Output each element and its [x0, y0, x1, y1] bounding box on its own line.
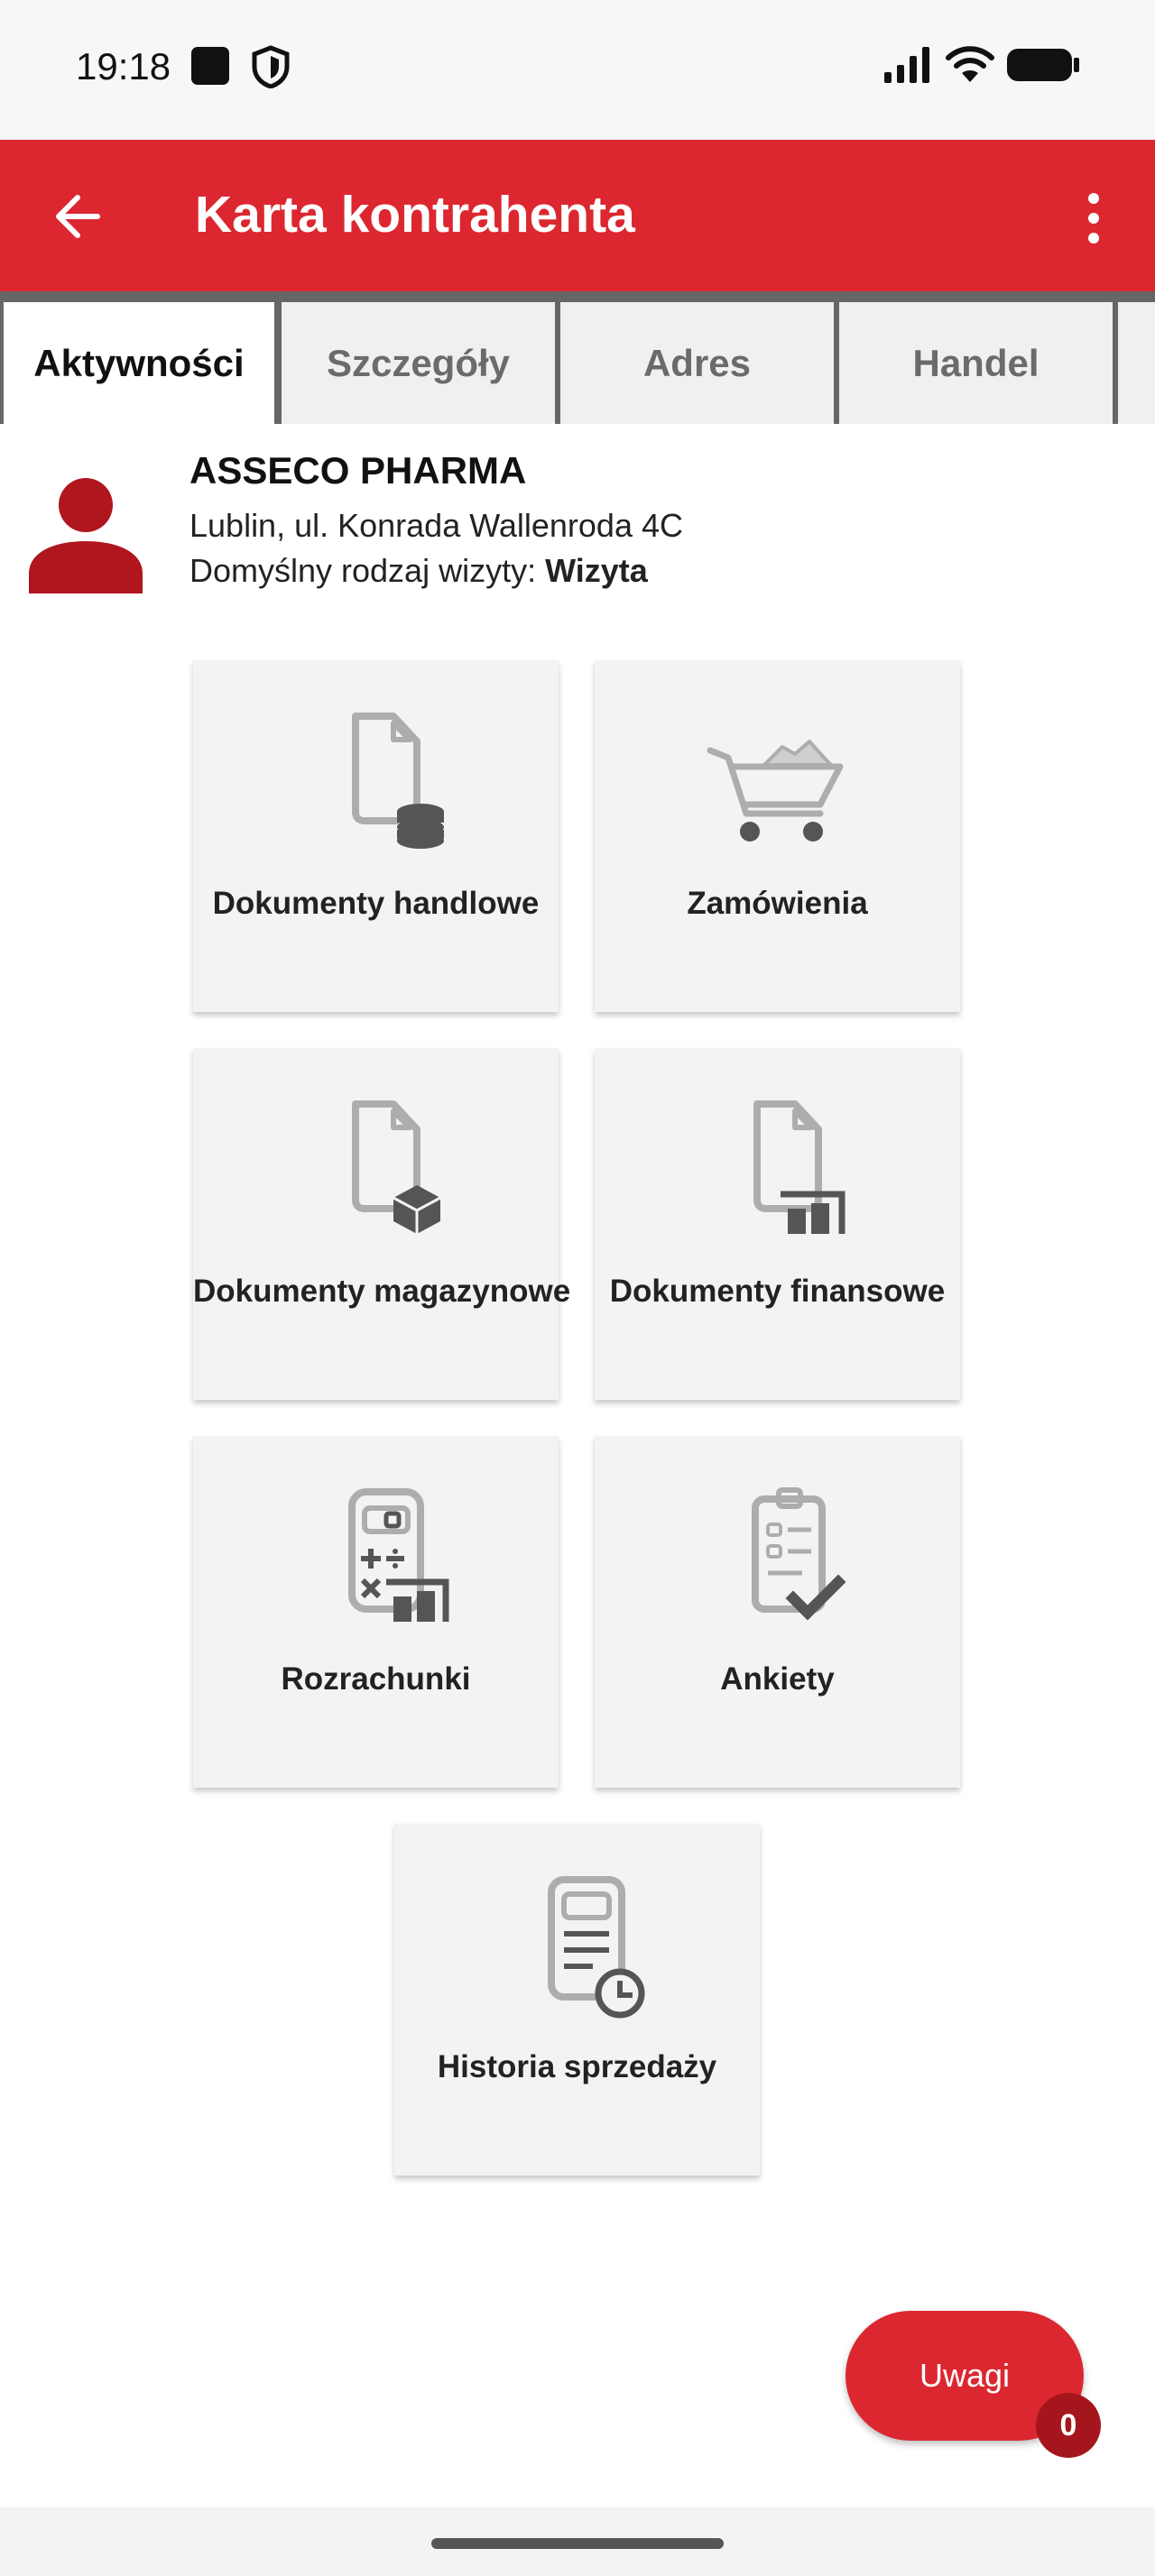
visit-type-label: Domyślny rodzaj wizyty: [189, 552, 537, 589]
uwagi-label: Uwagi [919, 2357, 1011, 2394]
document-box-icon [352, 1100, 441, 1234]
tab-label: Adres [642, 341, 752, 384]
contractor-address: Lublin, ul. Konrada Wallenroda 4C [189, 507, 683, 544]
tile-ankiety[interactable]: Ankiety [595, 1436, 960, 1788]
status-time: 19:18 [76, 45, 171, 87]
tile-dokumenty-magazynowe[interactable]: Dokumenty magazynowe [193, 1048, 571, 1400]
person-avatar-icon [29, 478, 143, 593]
contractor-header: ASSECO PHARMA Lublin, ul. Konrada Wallen… [0, 424, 1155, 631]
tile-zamowienia[interactable]: Zamówienia [595, 660, 960, 1012]
document-finance-icon [753, 1100, 845, 1234]
tab-label: Szczegóły [326, 341, 511, 384]
more-options-icon[interactable] [1074, 187, 1113, 250]
tile-rozrachunki[interactable]: Rozrachunki [193, 1436, 559, 1788]
signal-icon [884, 47, 929, 83]
contractor-name: ASSECO PHARMA [189, 449, 527, 492]
uwagi-count-badge: 0 [1036, 2393, 1101, 2458]
tab-adres[interactable]: Adres [560, 302, 834, 424]
tile-label: Zamówienia [687, 886, 868, 921]
tile-dokumenty-handlowe[interactable]: Dokumenty handlowe [193, 660, 559, 1012]
clipboard-check-icon [752, 1487, 846, 1621]
tab-overflow[interactable] [1118, 302, 1155, 424]
status-bar: 19:18 [0, 0, 1155, 140]
visit-type-value: Wizyta [545, 552, 648, 589]
tile-label: Ankiety [720, 1661, 835, 1697]
sales-history-icon [548, 1876, 645, 2019]
uwagi-count: 0 [1059, 2407, 1077, 2443]
battery-icon [1007, 49, 1079, 81]
tile-dokumenty-finansowe[interactable]: Dokumenty finansowe [595, 1048, 960, 1400]
shield-icon [252, 45, 290, 88]
tab-handel[interactable]: Handel [839, 302, 1113, 424]
visit-type: Domyślny rodzaj wizyty: Wizyta [189, 552, 648, 590]
page-title: Karta kontrahenta [195, 186, 635, 244]
tile-label: Dokumenty magazynowe [193, 1274, 571, 1309]
tab-label: Handel [912, 341, 1040, 384]
tab-label: Aktywności [33, 341, 245, 384]
tile-label: Dokumenty finansowe [609, 1274, 946, 1309]
document-database-icon [352, 713, 444, 849]
shopping-cart-icon [707, 740, 844, 842]
wifi-icon [946, 46, 994, 82]
calculator-icon [348, 1488, 449, 1622]
tile-label: Rozrachunki [281, 1661, 471, 1697]
tab-szczegoly[interactable]: Szczegóły [282, 302, 555, 424]
tile-historia-sprzedazy[interactable]: Historia sprzedaży [394, 1824, 760, 2176]
tile-label: Dokumenty handlowe [212, 886, 540, 921]
back-arrow-icon[interactable] [47, 185, 110, 248]
tile-label: Historia sprzedaży [437, 2049, 717, 2084]
app-notification-icon [191, 47, 229, 85]
home-gesture-handle[interactable] [431, 2538, 724, 2549]
app-bar: Karta kontrahenta [0, 140, 1155, 291]
tab-bar: Aktywności Szczegóły Adres Handel [0, 291, 1155, 424]
tab-aktywnosci[interactable]: Aktywności [4, 302, 274, 424]
